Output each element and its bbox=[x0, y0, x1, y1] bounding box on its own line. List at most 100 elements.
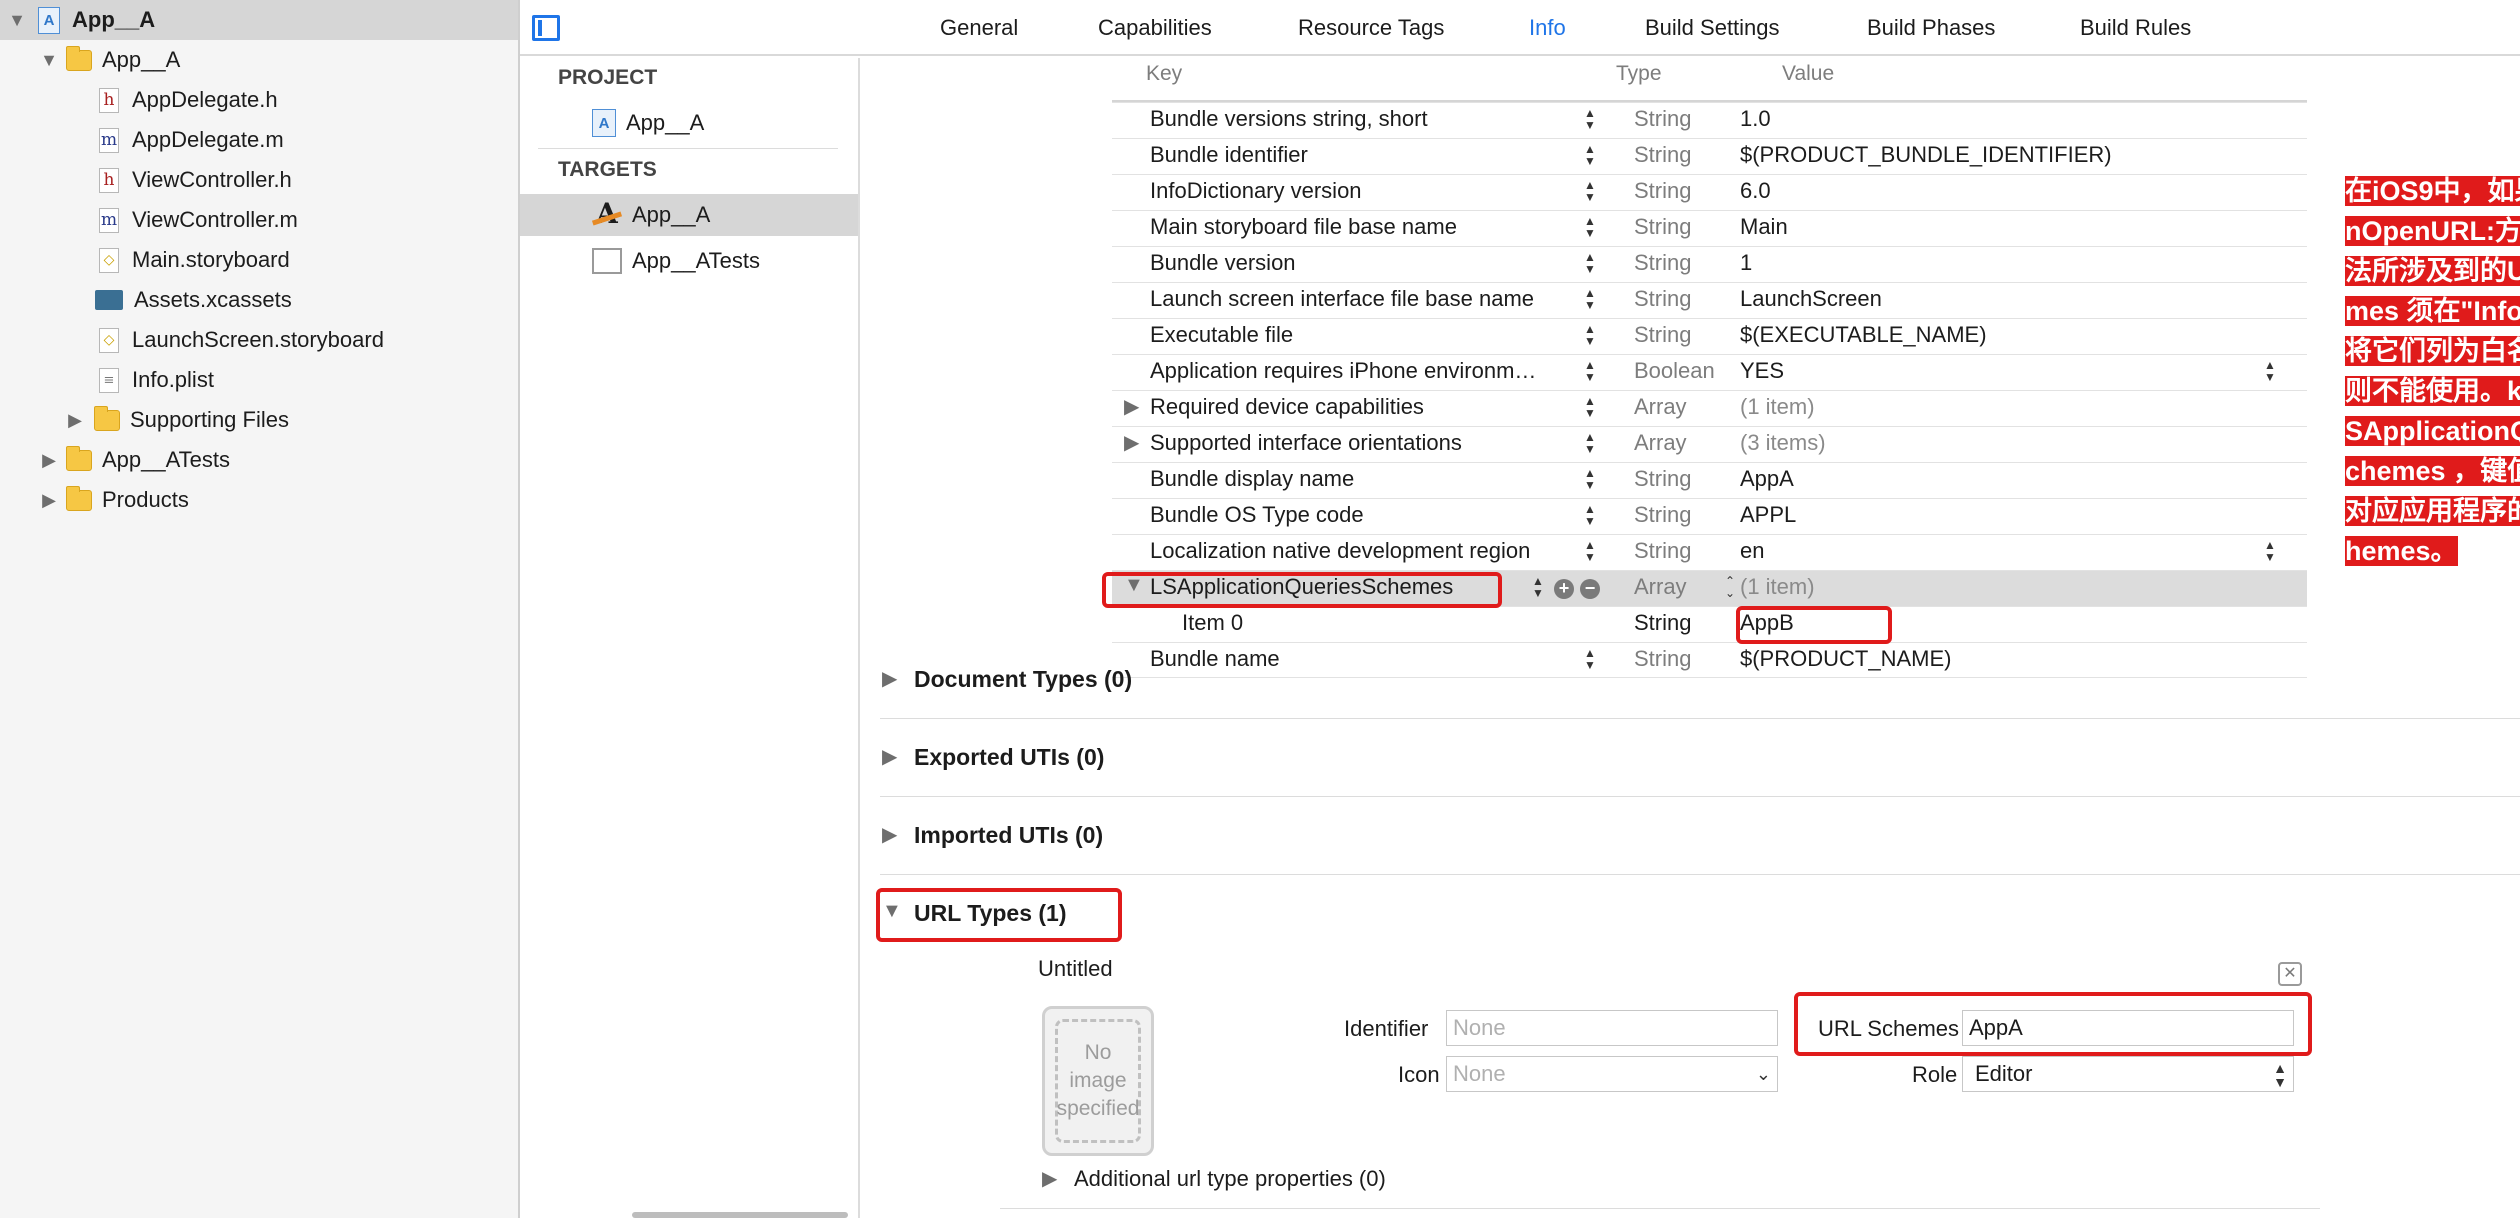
horizontal-scrollbar[interactable] bbox=[632, 1212, 848, 1218]
plist-value[interactable]: 1 bbox=[1740, 250, 1752, 276]
plist-row[interactable]: Bundle version ▲ ▼ String 1 bbox=[1112, 246, 2307, 282]
plist-row-item-0[interactable]: Item 0 String AppB bbox=[1112, 606, 2307, 642]
target-item-app-a[interactable]: App__A bbox=[520, 194, 858, 236]
nav-item-viewcontroller-h[interactable]: h ViewController.h bbox=[0, 160, 518, 200]
key-stepper-icon[interactable]: ▲ ▼ bbox=[1582, 215, 1598, 243]
icon-select[interactable]: None ⌄ bbox=[1446, 1056, 1778, 1092]
tab-build-phases[interactable]: Build Phases bbox=[1867, 0, 1995, 56]
plist-value[interactable]: AppA bbox=[1740, 466, 1794, 492]
key-stepper-icon[interactable]: ▲ ▼ bbox=[1582, 251, 1598, 279]
nav-item-app-atests[interactable]: ▶ App__ATests bbox=[0, 440, 518, 480]
key-stepper-icon[interactable]: ▲ ▼ bbox=[1582, 359, 1598, 387]
additional-url-type-properties[interactable]: Additional url type properties (0) bbox=[1074, 1166, 1386, 1192]
tab-build-settings[interactable]: Build Settings bbox=[1645, 0, 1780, 56]
key-stepper-icon[interactable]: ▲ ▼ bbox=[1582, 647, 1598, 675]
plist-value[interactable]: $(PRODUCT_BUNDLE_IDENTIFIER) bbox=[1740, 142, 2112, 168]
plist-row[interactable]: Bundle OS Type code ▲ ▼ String APPL bbox=[1112, 498, 2307, 534]
plist-value[interactable]: en bbox=[1740, 538, 1764, 564]
plist-value[interactable]: $(PRODUCT_NAME) bbox=[1740, 646, 1951, 672]
disclosure-collapsed-icon[interactable]: ▶ bbox=[882, 822, 897, 847]
plist-type[interactable]: Array bbox=[1634, 394, 1687, 420]
column-type[interactable]: Type bbox=[1616, 62, 1662, 86]
value-stepper-icon[interactable]: ▲ ▼ bbox=[2262, 539, 2278, 563]
nav-item-supporting-files[interactable]: ▶ Supporting Files bbox=[0, 400, 518, 440]
column-value[interactable]: Value bbox=[1782, 62, 1834, 86]
key-stepper-icon[interactable]: ▲ ▼ bbox=[1582, 287, 1598, 315]
key-stepper-icon[interactable]: ▲ ▼ bbox=[1582, 107, 1598, 135]
key-stepper-icon[interactable]: ▲ ▼ bbox=[1582, 431, 1598, 459]
nav-item-assets[interactable]: Assets.xcassets bbox=[0, 280, 518, 320]
plist-value[interactable]: 1.0 bbox=[1740, 106, 1771, 132]
nav-item-products[interactable]: ▶ Products bbox=[0, 480, 518, 520]
url-type-image-well[interactable]: No image specified bbox=[1042, 1006, 1154, 1156]
plist-value[interactable]: Main bbox=[1740, 214, 1788, 240]
show-hide-targets-panel-icon[interactable] bbox=[532, 15, 560, 41]
remove-row-icon[interactable]: − bbox=[1580, 579, 1600, 599]
plist-type[interactable]: String bbox=[1634, 502, 1691, 528]
plist-row[interactable]: Bundle name ▲ ▼ String $(PRODUCT_NAME) bbox=[1112, 642, 2307, 678]
disclosure-expanded-icon[interactable]: ▼ bbox=[38, 49, 60, 71]
disclosure-collapsed-icon[interactable]: ▶ bbox=[64, 409, 86, 431]
plist-row[interactable]: InfoDictionary version ▲ ▼ String 6.0 bbox=[1112, 174, 2307, 210]
plist-type[interactable]: String bbox=[1634, 538, 1691, 564]
disclosure-collapsed-icon[interactable]: ▶ bbox=[882, 666, 897, 691]
tab-resource-tags[interactable]: Resource Tags bbox=[1298, 0, 1444, 56]
type-popup-icon[interactable]: ⌃ ⌄ bbox=[1722, 575, 1738, 599]
plist-row[interactable]: Main storyboard file base name ▲ ▼ String… bbox=[1112, 210, 2307, 246]
key-stepper-icon[interactable]: ▲ ▼ bbox=[1582, 503, 1598, 531]
nav-item-viewcontroller-m[interactable]: m ViewController.m bbox=[0, 200, 518, 240]
section-document-types[interactable]: Document Types (0) bbox=[914, 666, 1132, 693]
target-item-app-atests[interactable]: App__ATests bbox=[520, 240, 858, 282]
key-stepper-icon[interactable]: ▲ ▼ bbox=[1582, 539, 1598, 567]
nav-item-launchscreen-storyboard[interactable]: ◇ LaunchScreen.storyboard bbox=[0, 320, 518, 360]
disclosure-collapsed-icon[interactable]: ▶ bbox=[38, 489, 60, 511]
plist-type[interactable]: String bbox=[1634, 286, 1691, 312]
key-stepper-icon[interactable]: ▲ ▼ bbox=[1582, 143, 1598, 171]
nav-item-main-storyboard[interactable]: ◇ Main.storyboard bbox=[0, 240, 518, 280]
plist-type[interactable]: String bbox=[1634, 466, 1691, 492]
key-stepper-icon[interactable]: ▲ ▼ bbox=[1582, 395, 1598, 423]
plist-row[interactable]: Application requires iPhone environm… ▲ ▼… bbox=[1112, 354, 2307, 390]
plist-type[interactable]: String bbox=[1634, 178, 1691, 204]
key-stepper-icon[interactable]: ▲ ▼ bbox=[1582, 179, 1598, 207]
plist-type[interactable]: String bbox=[1634, 250, 1691, 276]
disclosure-collapsed-icon[interactable]: ▶ bbox=[1124, 394, 1139, 419]
tab-general[interactable]: General bbox=[940, 0, 1018, 56]
plist-row[interactable]: Localization native development region ▲… bbox=[1112, 534, 2307, 570]
nav-item-group-app-a[interactable]: ▼ App__A bbox=[0, 40, 518, 80]
plist-type[interactable]: String bbox=[1634, 646, 1691, 672]
disclosure-collapsed-icon[interactable]: ▶ bbox=[1124, 430, 1139, 455]
key-stepper-icon[interactable]: ▲ ▼ bbox=[1530, 575, 1546, 603]
nav-item-info-plist[interactable]: ≡ Info.plist bbox=[0, 360, 518, 400]
plist-type[interactable]: String bbox=[1634, 214, 1691, 240]
plist-row[interactable]: Bundle identifier ▲ ▼ String $(PRODUCT_BU… bbox=[1112, 138, 2307, 174]
plist-type[interactable]: String bbox=[1634, 142, 1691, 168]
section-imported-utis[interactable]: Imported UTIs (0) bbox=[914, 822, 1103, 849]
nav-item-project-app-a[interactable]: ▼ A App__A bbox=[0, 0, 518, 40]
disclosure-expanded-icon[interactable]: ▼ bbox=[6, 9, 28, 31]
plist-type[interactable]: String bbox=[1634, 106, 1691, 132]
plist-value[interactable]: LaunchScreen bbox=[1740, 286, 1882, 312]
role-select[interactable]: Editor ▲ ▼ bbox=[1962, 1056, 2294, 1092]
add-row-icon[interactable]: + bbox=[1554, 579, 1574, 599]
plist-row[interactable]: ▶ Supported interface orientations ▲ ▼ Ar… bbox=[1112, 426, 2307, 462]
nav-item-appdelegate-m[interactable]: m AppDelegate.m bbox=[0, 120, 518, 160]
key-stepper-icon[interactable]: ▲ ▼ bbox=[1582, 323, 1598, 351]
plist-row[interactable]: Bundle versions string, short ▲ ▼ String … bbox=[1112, 102, 2307, 138]
tab-build-rules[interactable]: Build Rules bbox=[2080, 0, 2191, 56]
plist-value[interactable]: $(EXECUTABLE_NAME) bbox=[1740, 322, 1987, 348]
plist-type[interactable]: String bbox=[1634, 610, 1691, 636]
plist-row[interactable]: Bundle display name ▲ ▼ String AppA bbox=[1112, 462, 2307, 498]
disclosure-collapsed-icon[interactable]: ▶ bbox=[38, 449, 60, 471]
plist-value[interactable]: 6.0 bbox=[1740, 178, 1771, 204]
disclosure-collapsed-icon[interactable]: ▶ bbox=[1042, 1166, 1057, 1191]
plist-row[interactable]: ▶ Required device capabilities ▲ ▼ Array … bbox=[1112, 390, 2307, 426]
plist-value[interactable]: YES bbox=[1740, 358, 1784, 384]
section-exported-utis[interactable]: Exported UTIs (0) bbox=[914, 744, 1104, 771]
plist-row[interactable]: Launch screen interface file base name ▲… bbox=[1112, 282, 2307, 318]
plist-type[interactable]: String bbox=[1634, 322, 1691, 348]
plist-type[interactable]: Array bbox=[1634, 430, 1687, 456]
tab-info[interactable]: Info bbox=[1529, 0, 1566, 56]
remove-url-type-icon[interactable]: ✕ bbox=[2278, 962, 2302, 986]
key-stepper-icon[interactable]: ▲ ▼ bbox=[1582, 467, 1598, 495]
